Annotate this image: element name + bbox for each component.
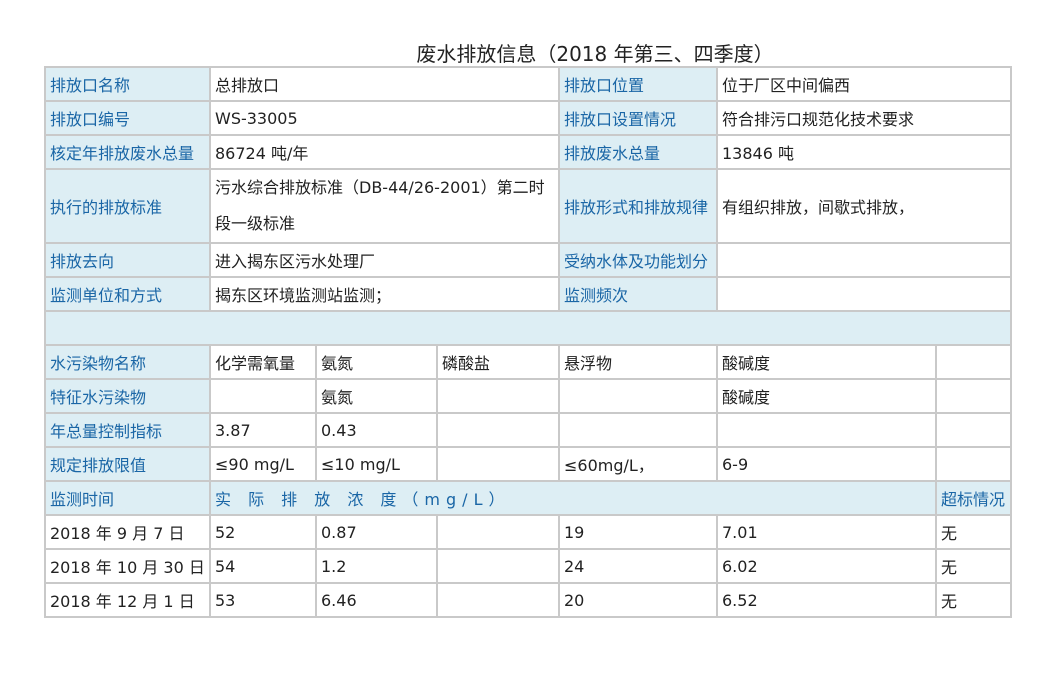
pollutant-name-row: 水污染物名称 化学需氧量 氨氮 磷酸盐 悬浮物 酸碱度	[44, 344, 1013, 380]
limit-cell: ≤60mg/L，	[558, 446, 718, 482]
monitoring-value: 6.46	[315, 582, 438, 618]
monitoring-header-row: 监测时间 实 际 排 放 浓 度（mg/L） 超标情况	[44, 480, 1013, 516]
monitoring-date: 2018 年 9 月 7 日	[44, 514, 211, 550]
limit-cell: 6-9	[716, 446, 937, 482]
monitor-freq-value	[715, 276, 1013, 312]
monitoring-exceed: 无	[934, 548, 1013, 584]
monitor-unit-label: 监测单位和方式	[44, 276, 211, 312]
pollutant-name-cell: 悬浮物	[558, 344, 718, 380]
monitor-freq-label: 监测频次	[558, 276, 718, 312]
concentration-header: 实 际 排 放 浓 度（mg/L）	[209, 480, 937, 516]
form-value: 有组织排放，间歇式排放，	[715, 168, 1013, 244]
discharge-total-label: 排放废水总量	[558, 134, 718, 170]
outlet-setup-value: 符合排污口规范化技术要求	[715, 100, 1013, 136]
destination-value: 进入揭东区污水处理厂	[209, 242, 560, 278]
monitoring-exceed: 无	[934, 582, 1013, 618]
monitoring-value: 24	[558, 548, 718, 584]
monitoring-value: 20	[558, 582, 718, 618]
info-row-standard: 执行的排放标准 污水综合排放标准（DB-44/26-2001）第二时段一级标准 …	[44, 168, 1013, 244]
pollutant-name-cell: 酸碱度	[716, 344, 937, 380]
feature-pollutant-cell	[436, 378, 560, 414]
info-row-approved-total: 核定年排放废水总量 86724 吨/年 排放废水总量 13846 吨	[44, 134, 1013, 170]
info-row-destination: 排放去向 进入揭东区污水处理厂 受纳水体及功能划分	[44, 242, 1013, 278]
feature-pollutant-cell	[934, 378, 1013, 414]
total-control-row: 年总量控制指标 3.87 0.43	[44, 412, 1013, 448]
limit-cell: ≤10 mg/L	[315, 446, 438, 482]
pollutant-name-cell: 氨氮	[315, 344, 438, 380]
monitoring-value: 6.02	[716, 548, 937, 584]
discharge-total-value: 13846 吨	[715, 134, 1013, 170]
limit-cell	[436, 446, 560, 482]
exceed-header: 超标情况	[934, 480, 1013, 516]
wastewater-table: 排放口名称 总排放口 排放口位置 位于厂区中间偏西 排放口编号 WS-33005…	[43, 66, 1013, 618]
monitoring-value: 19	[558, 514, 718, 550]
outlet-location-value: 位于厂区中间偏西	[715, 66, 1013, 102]
standard-label: 执行的排放标准	[44, 168, 211, 244]
monitoring-time-label: 监测时间	[44, 480, 211, 516]
outlet-setup-label: 排放口设置情况	[558, 100, 718, 136]
feature-pollutant-cell	[558, 378, 718, 414]
outlet-code-value: WS-33005	[209, 100, 560, 136]
destination-label: 排放去向	[44, 242, 211, 278]
pollutant-name-cell	[934, 344, 1013, 380]
monitoring-value	[436, 548, 560, 584]
info-row-monitor-unit: 监测单位和方式 揭东区环境监测站监测； 监测频次	[44, 276, 1013, 312]
outlet-name-label: 排放口名称	[44, 66, 211, 102]
total-control-cell	[934, 412, 1013, 448]
limit-label: 规定排放限值	[44, 446, 211, 482]
total-control-cell: 3.87	[209, 412, 317, 448]
monitoring-value: 0.87	[315, 514, 438, 550]
monitor-unit-value: 揭东区环境监测站监测；	[209, 276, 560, 312]
monitoring-row: 2018 年 9 月 7 日 52 0.87 19 7.01 无	[44, 514, 1013, 550]
outlet-name-value: 总排放口	[209, 66, 560, 102]
limit-row: 规定排放限值 ≤90 mg/L ≤10 mg/L ≤60mg/L， 6-9	[44, 446, 1013, 482]
outlet-location-label: 排放口位置	[558, 66, 718, 102]
monitoring-value	[436, 514, 560, 550]
total-control-cell	[558, 412, 718, 448]
info-row-outlet-name: 排放口名称 总排放口 排放口位置 位于厂区中间偏西	[44, 66, 1013, 102]
outlet-code-label: 排放口编号	[44, 100, 211, 136]
approved-total-value: 86724 吨/年	[209, 134, 560, 170]
monitoring-row: 2018 年 10 月 30 日 54 1.2 24 6.02 无	[44, 548, 1013, 584]
monitoring-value: 7.01	[716, 514, 937, 550]
monitoring-date: 2018 年 10 月 30 日	[44, 548, 211, 584]
info-row-outlet-code: 排放口编号 WS-33005 排放口设置情况 符合排污口规范化技术要求	[44, 100, 1013, 136]
feature-pollutant-label: 特征水污染物	[44, 378, 211, 414]
feature-pollutant-cell: 酸碱度	[716, 378, 937, 414]
limit-cell	[934, 446, 1013, 482]
monitoring-row: 2018 年 12 月 1 日 53 6.46 20 6.52 无	[44, 582, 1013, 618]
total-control-cell	[716, 412, 937, 448]
receiving-value	[715, 242, 1013, 278]
monitoring-date: 2018 年 12 月 1 日	[44, 582, 211, 618]
standard-value: 污水综合排放标准（DB-44/26-2001）第二时段一级标准	[209, 168, 560, 244]
pollutant-name-cell: 磷酸盐	[436, 344, 560, 380]
separator-cell	[43, 310, 1013, 346]
total-control-cell	[436, 412, 560, 448]
monitoring-value: 6.52	[716, 582, 937, 618]
total-control-cell: 0.43	[315, 412, 438, 448]
form-label: 排放形式和排放规律	[558, 168, 718, 244]
monitoring-value: 52	[209, 514, 317, 550]
pollutant-name-label: 水污染物名称	[44, 344, 211, 380]
monitoring-value: 53	[209, 582, 317, 618]
monitoring-value: 1.2	[315, 548, 438, 584]
separator-row	[43, 310, 1013, 346]
feature-pollutant-cell	[209, 378, 317, 414]
receiving-label: 受纳水体及功能划分	[558, 242, 718, 278]
feature-pollutant-row: 特征水污染物 氨氮 酸碱度	[44, 378, 1013, 414]
feature-pollutant-cell: 氨氮	[315, 378, 438, 414]
monitoring-value	[436, 582, 560, 618]
approved-total-label: 核定年排放废水总量	[44, 134, 211, 170]
monitoring-value: 54	[209, 548, 317, 584]
pollutant-name-cell: 化学需氧量	[209, 344, 317, 380]
limit-cell: ≤90 mg/L	[209, 446, 317, 482]
total-control-label: 年总量控制指标	[44, 412, 211, 448]
monitoring-exceed: 无	[934, 514, 1013, 550]
page-title: 废水排放信息（2018 年第三、四季度）	[416, 42, 774, 66]
